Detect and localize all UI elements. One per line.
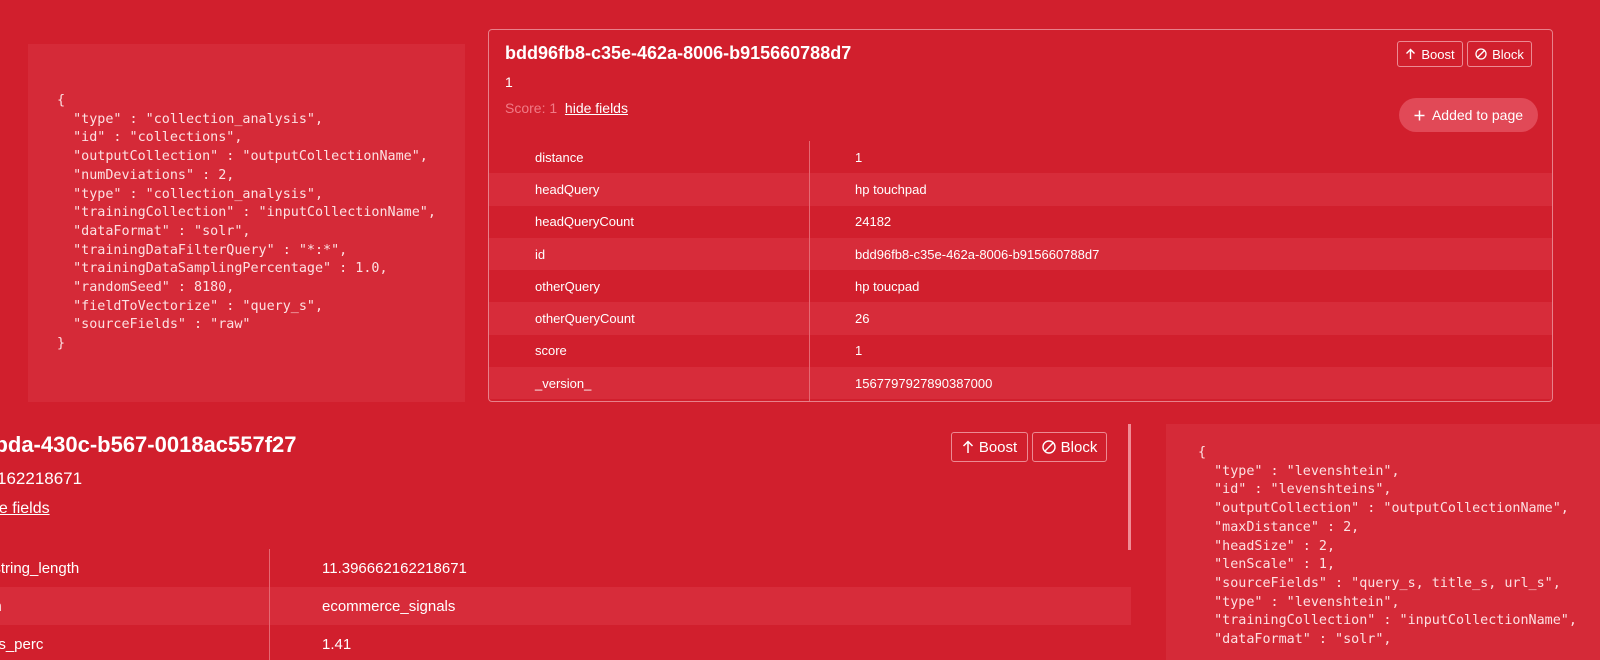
- field-row: id bdd96fb8-c35e-462a-8006-b915660788d7: [489, 237, 1552, 271]
- field-value: 1: [855, 343, 863, 359]
- fields-table: distance 1 headQuery hp touchpad headQuery…: [489, 141, 1552, 400]
- result-card-top: bdd96fb8-c35e-462a-8006-b915660788d7 1 S…: [488, 29, 1553, 402]
- field-value: 11.396662162218671: [322, 559, 467, 577]
- levenshtein-config-code: { "type" : "levenshtein", "id" : "levens…: [1166, 424, 1600, 660]
- field-key: score: [535, 343, 567, 359]
- block-button[interactable]: Block: [1467, 41, 1532, 67]
- column-divider: [809, 141, 810, 401]
- field-key: otherQuery: [535, 278, 601, 294]
- field-row: otherQueryCount 26: [489, 302, 1552, 335]
- field-row: otherQuery hp toucpad: [489, 270, 1552, 302]
- field-value: ecommerce_signals: [322, 597, 456, 615]
- field-row: rds_perc1.41: [0, 625, 1131, 660]
- fields-table: _string_length 11.396662162218671 on ecomm…: [0, 549, 1131, 660]
- result-subtitle: 1: [505, 74, 513, 90]
- field-key: headQueryCount: [535, 214, 635, 230]
- field-value: 1: [855, 149, 863, 165]
- score-line: Score: 1 hide fields: [505, 100, 628, 116]
- block-label: Block: [1060, 438, 1098, 456]
- field-key: distance: [535, 149, 584, 165]
- field-row: _string_length 11.396662162218671: [0, 549, 1131, 587]
- field-value: hp touchpad: [855, 181, 927, 197]
- arrow-up-icon: [1406, 48, 1416, 59]
- score-line: de fields: [0, 500, 50, 518]
- column-divider: [269, 549, 270, 660]
- field-key: rds_perc: [0, 635, 44, 653]
- boost-label: Boost: [978, 438, 1018, 456]
- field-row: score 1: [489, 335, 1552, 367]
- field-row: on ecommerce_signals: [0, 587, 1131, 625]
- field-key: headQuery: [535, 181, 600, 197]
- collection-analysis-config-code: { "type" : "collection_analysis", "id" :…: [28, 44, 465, 402]
- result-title: bd-cbda-430c-b567-0018ac557f27: [0, 432, 297, 457]
- added-to-page-label: Added to page: [1431, 107, 1524, 123]
- field-key: otherQueryCount: [535, 311, 635, 327]
- field-value: 24182: [855, 214, 892, 230]
- added-to-page-button[interactable]: Added to page: [1399, 98, 1538, 132]
- field-row: headQuery hp touchpad: [489, 173, 1552, 206]
- result-title: bdd96fb8-c35e-462a-8006-b915660788d7: [505, 43, 852, 63]
- field-row: _version_ 1567797927890387000: [489, 367, 1552, 400]
- boost-button[interactable]: Boost: [1397, 41, 1463, 67]
- plus-icon: [1414, 110, 1425, 120]
- field-value: 1567797927890387000: [855, 375, 993, 391]
- result-card-bottom: bd-cbda-430c-b567-0018ac557f27 162218671…: [0, 424, 1131, 660]
- field-key: _version_: [535, 375, 592, 391]
- hide-fields-link[interactable]: de fields: [0, 500, 50, 517]
- hide-fields-link[interactable]: hide fields: [565, 100, 628, 116]
- boost-label: Boost: [1421, 46, 1455, 62]
- field-row: headQueryCount 24182: [489, 206, 1552, 238]
- field-value: 26: [855, 311, 870, 327]
- field-key: id: [535, 246, 546, 262]
- block-button[interactable]: Block: [1032, 432, 1107, 462]
- field-key: on: [0, 598, 255, 615]
- field-value: hp toucpad: [855, 278, 920, 294]
- block-icon: [1475, 48, 1487, 60]
- vertical-scrollbar[interactable]: [1128, 424, 1131, 550]
- field-row: distance 1: [489, 141, 1552, 173]
- boost-button[interactable]: Boost: [951, 432, 1028, 462]
- arrow-up-icon: [962, 440, 973, 453]
- field-key: _string_length: [0, 559, 80, 577]
- field-value: bdd96fb8-c35e-462a-8006-b915660788d7: [855, 246, 1100, 262]
- block-icon: [1041, 440, 1056, 454]
- score-label: Score: 1: [505, 100, 558, 116]
- result-subtitle: 162218671: [0, 469, 83, 488]
- block-label: Block: [1492, 46, 1524, 62]
